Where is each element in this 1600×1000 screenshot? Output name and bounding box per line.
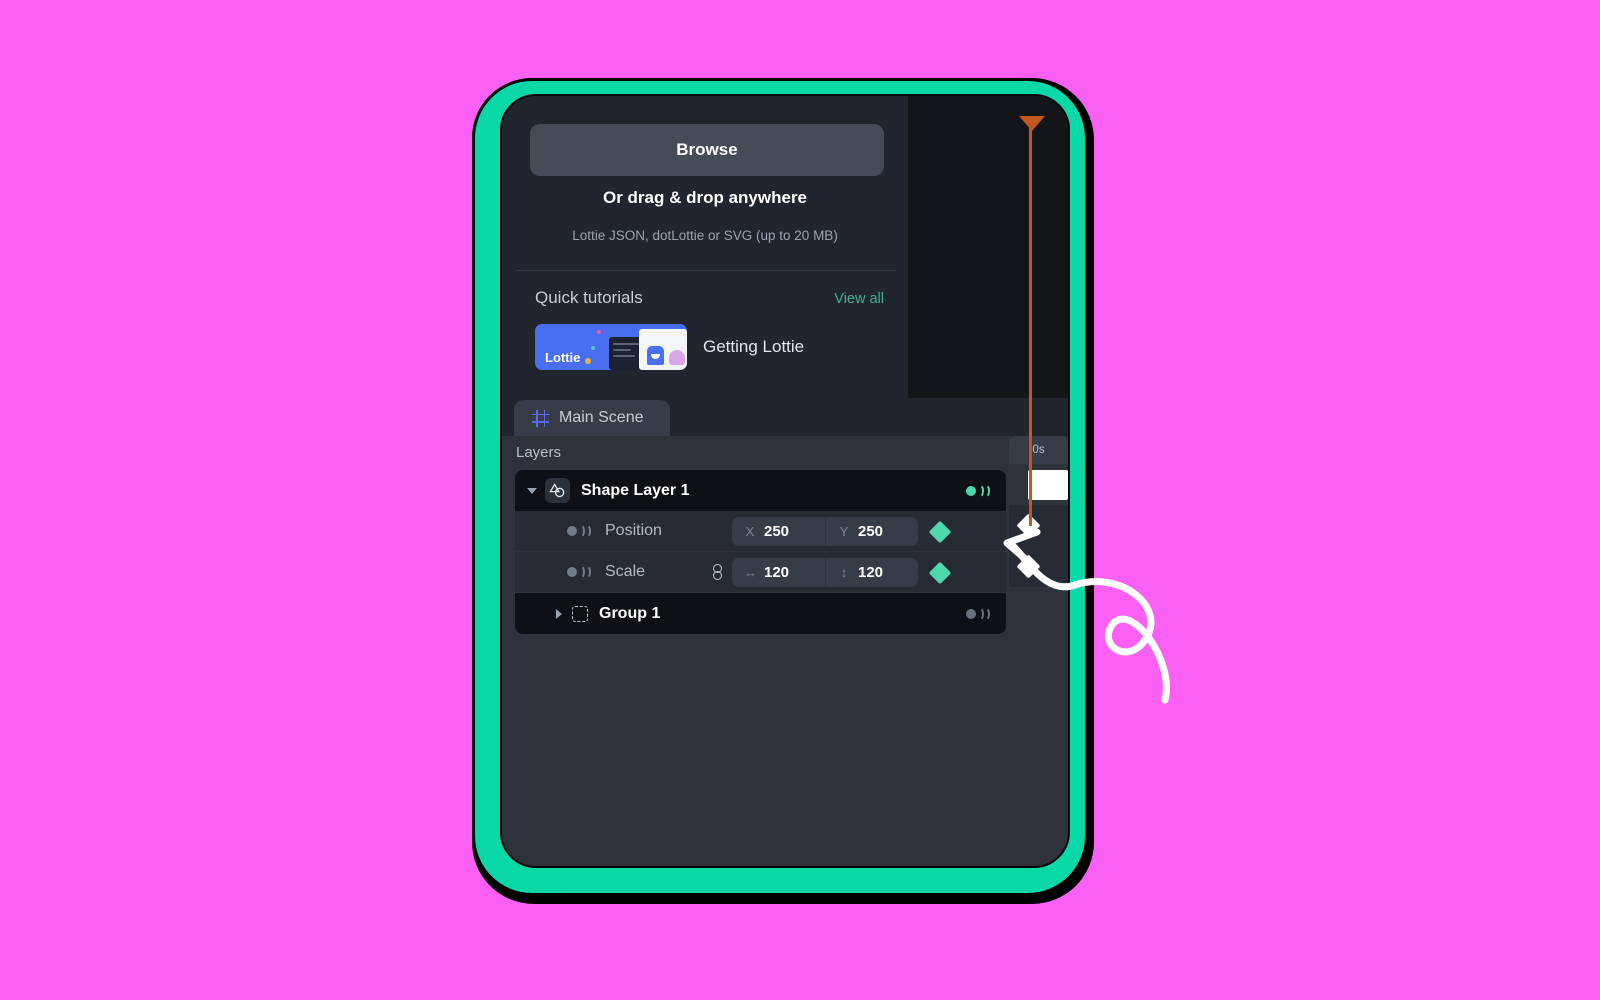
property-name: Position: [605, 522, 662, 539]
axis-label-horizontal: ↔: [744, 565, 757, 580]
position-y-value: 250: [858, 523, 884, 540]
timeline-panel: Layers 0s Shape Layer 1 Position X 250 Y…: [502, 436, 1068, 866]
tutorial-thumbnail-image: Lottie: [535, 324, 687, 370]
keyframe-diamond-icon[interactable]: [928, 561, 952, 584]
timeline-ruler-marker: 0s: [1009, 436, 1068, 464]
position-x-value: 250: [764, 523, 790, 540]
playhead-handle[interactable]: [1019, 116, 1045, 131]
broadcast-icon: [966, 606, 992, 621]
formats-hint: Lottie JSON, dotLottie or SVG (up to 20 …: [572, 228, 838, 243]
shape-layer-glyph: [549, 483, 565, 498]
keyframe-diamond-icon[interactable]: [928, 520, 952, 543]
app-window: Browse Or drag & drop anywhere Lottie JS…: [500, 94, 1070, 868]
broadcast-icon: [966, 483, 992, 498]
tutorial-title: Getting Lottie: [703, 337, 805, 356]
browse-button[interactable]: Browse: [530, 124, 884, 176]
playhead-line: [1029, 116, 1032, 526]
layer-row-shape-layer-1[interactable]: Shape Layer 1: [515, 470, 1006, 511]
scale-width-value: 120: [764, 564, 790, 581]
axis-label-y: Y: [839, 524, 849, 539]
quick-tutorials-title: Quick tutorials: [535, 288, 643, 307]
layer-rows: Shape Layer 1 Position X 250 Y 250 Scale…: [502, 470, 1068, 634]
tab-main-scene[interactable]: Main Scene: [514, 400, 670, 436]
panel-divider: [516, 270, 896, 271]
track-row-group[interactable]: [1009, 587, 1068, 628]
timeline-tracks[interactable]: [1009, 464, 1068, 866]
thumb-dot-pink: [597, 330, 601, 334]
thumb-brand-label: Lottie: [545, 350, 581, 365]
group-icon: [572, 605, 588, 622]
layer-row-group-1[interactable]: Group 1: [515, 593, 1006, 634]
scale-height-field[interactable]: ↕ 120: [825, 558, 918, 587]
property-name: Scale: [605, 563, 646, 580]
thumb-dot-yellow: [585, 358, 591, 364]
thumb-dot-cyan: [591, 346, 595, 350]
ruler-time-label: 0s: [1032, 444, 1045, 456]
scale-width-field[interactable]: ↔ 120: [732, 558, 825, 587]
tutorial-list-item[interactable]: Lottie Getting Lottie: [535, 324, 895, 370]
position-y-field[interactable]: Y 250: [825, 517, 918, 546]
thumb-blue-character: [647, 346, 664, 365]
import-panel: Browse Or drag & drop anywhere Lottie JS…: [502, 96, 908, 398]
axis-label-vertical: ↕: [840, 565, 848, 580]
expand-caret-icon[interactable]: [556, 608, 562, 619]
link-chain-icon[interactable]: [711, 564, 724, 581]
scene-tab-bar: Main Scene: [502, 398, 1068, 436]
track-row-scale[interactable]: [1009, 546, 1068, 587]
layer-name: Shape Layer 1: [581, 481, 690, 499]
timeline-keyframe-scale[interactable]: [1016, 554, 1041, 579]
tab-main-scene-label: Main Scene: [559, 409, 644, 426]
layer-animate-toggle[interactable]: [966, 483, 992, 498]
view-all-link[interactable]: View all: [834, 291, 884, 307]
drag-drop-label: Or drag & drop anywhere: [602, 188, 808, 207]
property-row-scale[interactable]: Scale ↔ 120 ↕ 120: [515, 552, 1006, 593]
broadcast-icon[interactable]: [567, 565, 593, 579]
property-row-position[interactable]: Position X 250 Y 250: [515, 511, 1006, 552]
layers-header: Layers: [516, 444, 562, 461]
axis-label-x: X: [745, 524, 755, 539]
app-top-section: Browse Or drag & drop anywhere Lottie JS…: [502, 96, 1068, 398]
scale-height-value: 120: [858, 564, 884, 581]
track-row-layer[interactable]: [1009, 464, 1068, 505]
layer-duration-bar[interactable]: [1028, 470, 1068, 500]
layer-name: Group 1: [599, 604, 661, 622]
frame-icon: [532, 409, 549, 427]
broadcast-icon[interactable]: [567, 524, 593, 538]
shape-layer-icon: [545, 478, 570, 503]
position-fields: X 250 Y 250: [732, 517, 952, 546]
track-row-position[interactable]: [1009, 505, 1068, 546]
expand-caret-icon[interactable]: [527, 487, 537, 494]
thumb-pink-character: [669, 350, 685, 365]
screenshot-root: Browse Or drag & drop anywhere Lottie JS…: [0, 0, 1600, 1000]
scale-fields: ↔ 120 ↕ 120: [711, 558, 952, 587]
position-x-field[interactable]: X 250: [732, 517, 825, 546]
group-animate-toggle[interactable]: [966, 606, 992, 621]
